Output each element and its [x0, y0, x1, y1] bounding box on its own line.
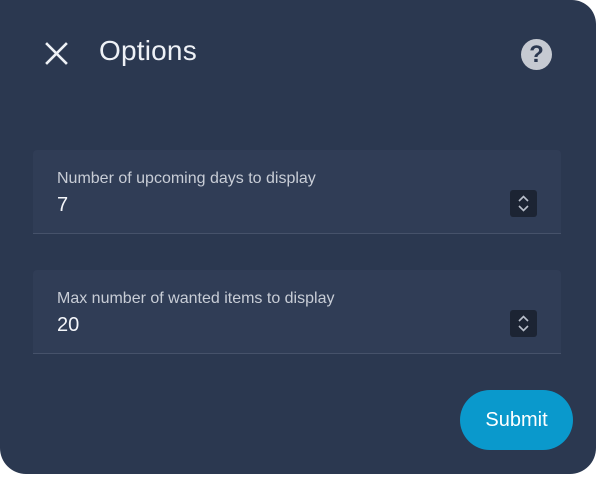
submit-button[interactable]: Submit: [460, 390, 573, 450]
upcoming-days-field[interactable]: Number of upcoming days to display: [33, 150, 561, 234]
wanted-items-field[interactable]: Max number of wanted items to display: [33, 270, 561, 354]
wanted-items-stepper[interactable]: [510, 310, 537, 337]
help-icon: ?: [529, 41, 544, 68]
upcoming-days-input[interactable]: [57, 192, 477, 218]
dialog-title: Options: [99, 35, 197, 66]
options-dialog: Options ? Number of upcoming days to dis…: [0, 0, 596, 474]
wanted-items-input[interactable]: [57, 312, 477, 338]
wanted-items-label: Max number of wanted items to display: [57, 290, 335, 307]
upcoming-days-label: Number of upcoming days to display: [57, 170, 316, 187]
chevron-up-down-icon: [518, 195, 529, 212]
dialog-header: Options ?: [0, 0, 596, 100]
upcoming-days-stepper[interactable]: [510, 190, 537, 217]
close-icon: [45, 42, 68, 65]
help-button[interactable]: ?: [521, 39, 552, 70]
close-button[interactable]: [36, 33, 78, 75]
chevron-up-down-icon: [518, 315, 529, 332]
